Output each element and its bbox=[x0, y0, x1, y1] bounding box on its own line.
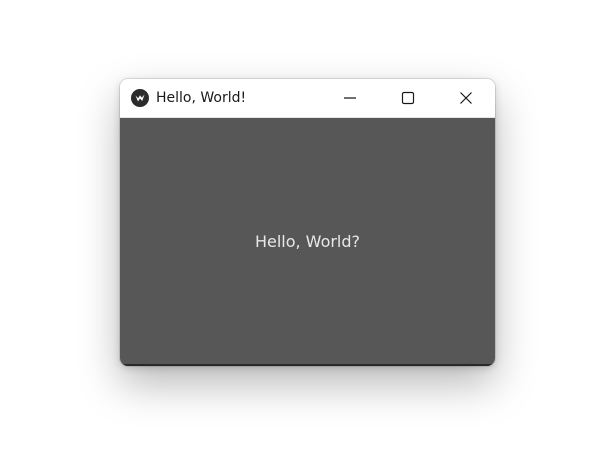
hello-label: Hello, World? bbox=[254, 231, 361, 251]
maximize-icon bbox=[401, 91, 415, 105]
content-area: Hello, World? bbox=[120, 118, 495, 366]
minimize-icon bbox=[344, 97, 356, 99]
window-title: Hello, World! bbox=[156, 90, 247, 106]
close-button[interactable] bbox=[437, 79, 495, 117]
kivy-logo-icon bbox=[131, 89, 149, 107]
close-icon bbox=[460, 92, 472, 104]
app-window: Hello, World! Hello, World? bbox=[120, 79, 495, 366]
window-controls bbox=[321, 79, 495, 117]
title-bar[interactable]: Hello, World! bbox=[120, 79, 495, 118]
desktop: Hello, World! Hello, World? bbox=[0, 0, 608, 466]
minimize-button[interactable] bbox=[321, 79, 379, 117]
maximize-button[interactable] bbox=[379, 79, 437, 117]
